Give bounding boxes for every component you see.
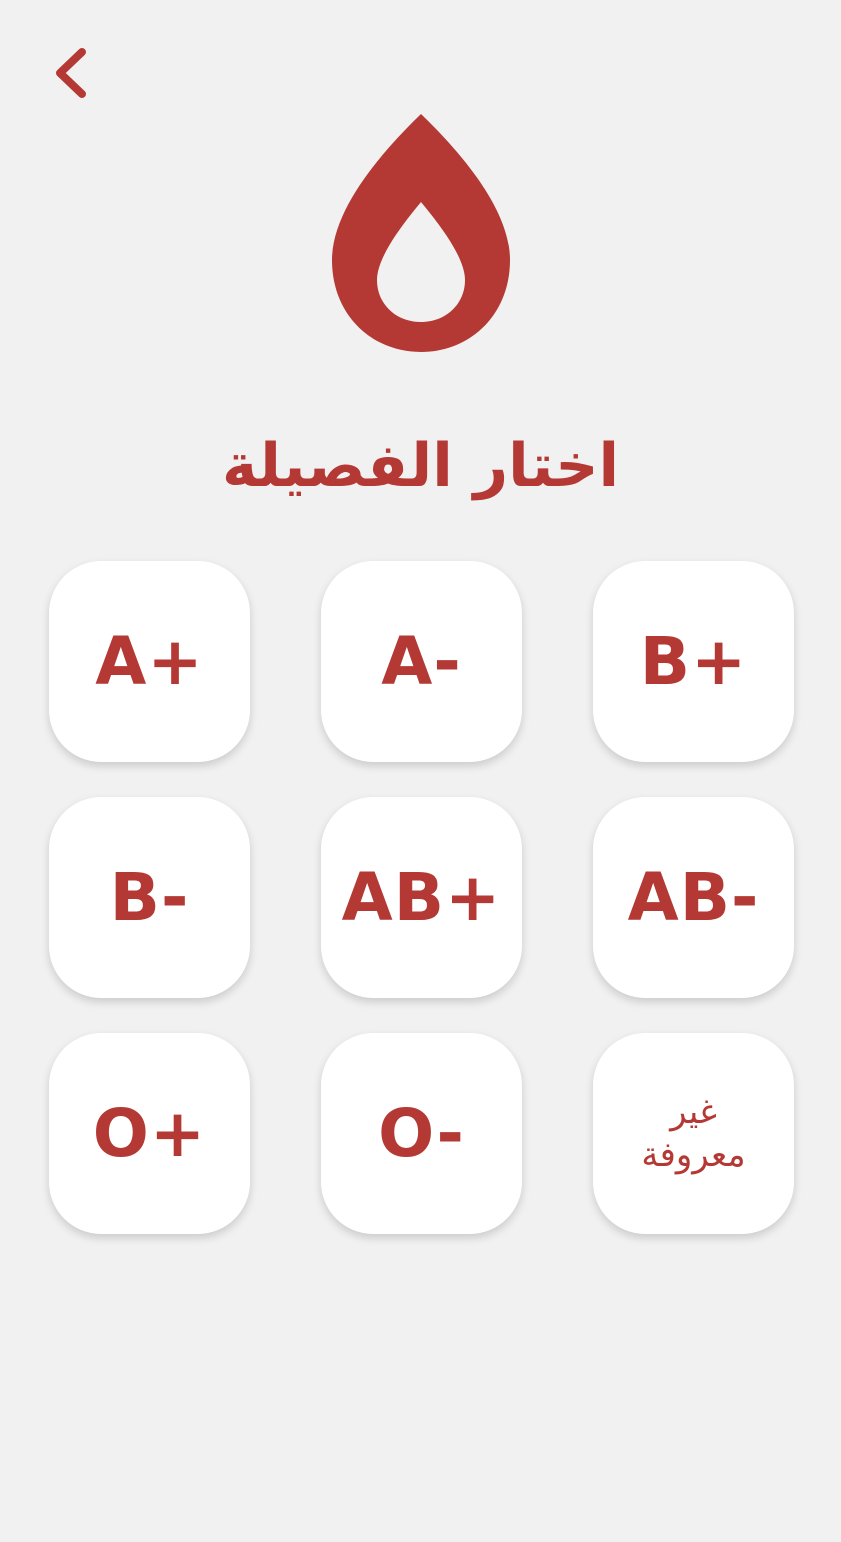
blood-type-ab-positive-button[interactable]: AB+ (321, 797, 522, 998)
blood-type-grid: A+ A- B+ B- AB+ AB- O+ O- غير معروفة (49, 561, 795, 1234)
page-title: اختار الفصيلة (221, 431, 620, 501)
blood-type-label: AB- (627, 858, 760, 936)
blood-type-b-negative-button[interactable]: B- (49, 797, 250, 998)
blood-type-label: O+ (92, 1094, 207, 1172)
blood-type-o-positive-button[interactable]: O+ (49, 1033, 250, 1234)
blood-type-b-positive-button[interactable]: B+ (593, 561, 794, 762)
blood-type-label: AB+ (341, 858, 502, 936)
blood-type-label: A+ (95, 622, 204, 700)
blood-type-o-negative-button[interactable]: O- (321, 1033, 522, 1234)
blood-type-label: A- (381, 622, 462, 700)
blood-type-label: B- (109, 858, 190, 936)
blood-type-ab-negative-button[interactable]: AB- (593, 797, 794, 998)
blood-type-label: B+ (639, 622, 748, 700)
blood-drop-icon (332, 114, 510, 352)
blood-type-a-positive-button[interactable]: A+ (49, 561, 250, 762)
blood-type-label: O- (378, 1094, 465, 1172)
blood-type-unknown-button[interactable]: غير معروفة (593, 1033, 794, 1234)
back-button[interactable] (40, 36, 104, 108)
blood-type-a-negative-button[interactable]: A- (321, 561, 522, 762)
blood-type-label: غير معروفة (641, 1092, 746, 1175)
chevron-left-icon (56, 48, 86, 98)
